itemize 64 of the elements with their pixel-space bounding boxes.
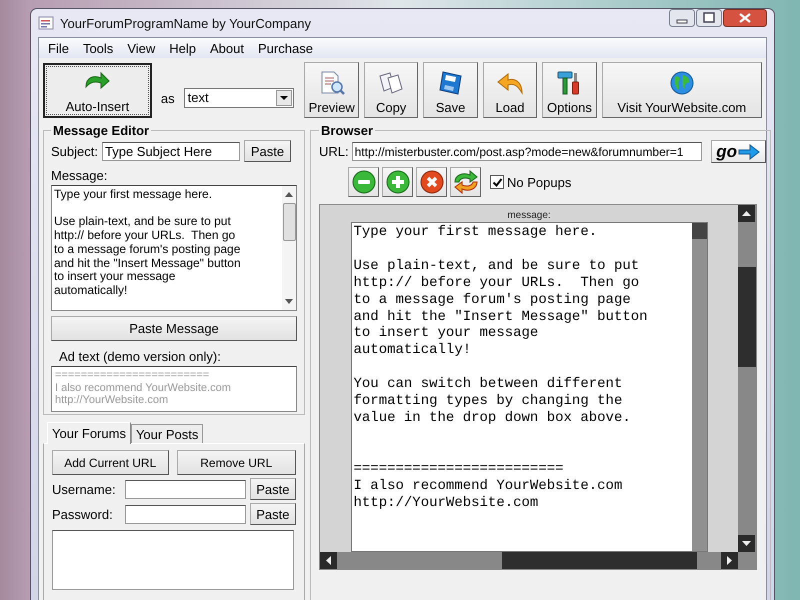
caret-icon bbox=[276, 90, 292, 106]
remove-url-button[interactable]: Remove URL bbox=[176, 450, 296, 475]
stop-icon bbox=[420, 170, 444, 194]
refresh-icon bbox=[452, 170, 478, 194]
format-dropdown[interactable]: text bbox=[184, 88, 294, 108]
options-button[interactable]: Options bbox=[542, 62, 597, 118]
down-arrow-icon[interactable] bbox=[285, 299, 293, 304]
url-label: URL: bbox=[319, 144, 349, 159]
go-button[interactable]: go bbox=[710, 140, 766, 163]
checkbox-label: No Popups bbox=[507, 174, 572, 190]
input-field[interactable] bbox=[124, 504, 246, 524]
minimize-icon[interactable] bbox=[669, 9, 695, 27]
close-icon[interactable] bbox=[723, 9, 767, 27]
checkbox[interactable] bbox=[490, 175, 504, 189]
zoom-in-button[interactable] bbox=[382, 167, 413, 197]
menu-item[interactable]: Help bbox=[162, 40, 204, 56]
ad-text-label: Ad text (demo version only): bbox=[59, 349, 222, 364]
group-title: Message Editor bbox=[52, 123, 150, 138]
menu-item[interactable]: View bbox=[120, 40, 162, 56]
url-field[interactable]: http://misterbuster.com/post.asp?mode=new&forumnumber=1 bbox=[352, 142, 702, 161]
preview-button[interactable]: Preview bbox=[304, 62, 359, 118]
minus-icon bbox=[352, 170, 376, 194]
app-icon bbox=[38, 15, 54, 31]
field-label: message: bbox=[507, 210, 551, 221]
save-button[interactable]: Save bbox=[423, 62, 478, 118]
menu-item[interactable]: Purchase bbox=[251, 40, 320, 56]
scrollbar[interactable] bbox=[692, 223, 706, 551]
window-title: YourForumProgramName by YourCompany bbox=[60, 16, 311, 30]
plus-icon bbox=[386, 170, 410, 194]
visit-button[interactable]: Visit YourWebsite.com bbox=[602, 62, 762, 118]
subject-label: Subject: bbox=[51, 144, 98, 158]
scrollbar[interactable] bbox=[282, 186, 296, 310]
paste-button[interactable]: Paste bbox=[250, 478, 296, 500]
auto-insert-button[interactable]: Auto-Insert bbox=[43, 62, 152, 118]
globe-icon bbox=[668, 69, 696, 97]
scrollbar[interactable] bbox=[320, 552, 756, 569]
as-label: as bbox=[160, 90, 175, 106]
arrow-icon bbox=[738, 144, 760, 160]
menu-item[interactable]: Tools bbox=[76, 40, 120, 56]
zoom-out-button[interactable] bbox=[348, 167, 379, 197]
input-field[interactable] bbox=[124, 480, 246, 498]
maximize-icon[interactable] bbox=[696, 9, 722, 27]
group-title: Browser bbox=[320, 123, 374, 138]
field-label: Password: bbox=[52, 506, 114, 522]
refresh-button[interactable] bbox=[450, 167, 481, 197]
menu-item[interactable]: About bbox=[203, 40, 251, 56]
load-button[interactable]: Load bbox=[482, 62, 538, 118]
add-url-button[interactable]: Add Current URL bbox=[52, 450, 169, 475]
curved-arrow-icon bbox=[84, 70, 110, 90]
menu-item[interactable]: File bbox=[41, 40, 76, 56]
tab[interactable]: Your Forums bbox=[47, 422, 131, 444]
subject-field[interactable]: Type Subject Here bbox=[102, 142, 240, 160]
message-label: Message: bbox=[51, 168, 108, 183]
field-label: Username: bbox=[52, 482, 117, 496]
stop-button[interactable] bbox=[416, 167, 447, 197]
copy-button[interactable]: Copy bbox=[364, 62, 418, 118]
paste-button[interactable]: Paste bbox=[244, 140, 291, 162]
paste-button[interactable]: Paste bbox=[250, 503, 296, 525]
paste-message-button[interactable]: Paste Message bbox=[51, 316, 297, 341]
tab[interactable]: Your Posts bbox=[130, 424, 204, 443]
ad-text-box: ======================== I also recommend YourWebsite.com http://YourWebsite.com bbox=[51, 366, 297, 412]
forum-list[interactable] bbox=[52, 530, 294, 590]
scrollbar[interactable] bbox=[738, 205, 756, 552]
up-arrow-icon[interactable] bbox=[285, 192, 293, 197]
